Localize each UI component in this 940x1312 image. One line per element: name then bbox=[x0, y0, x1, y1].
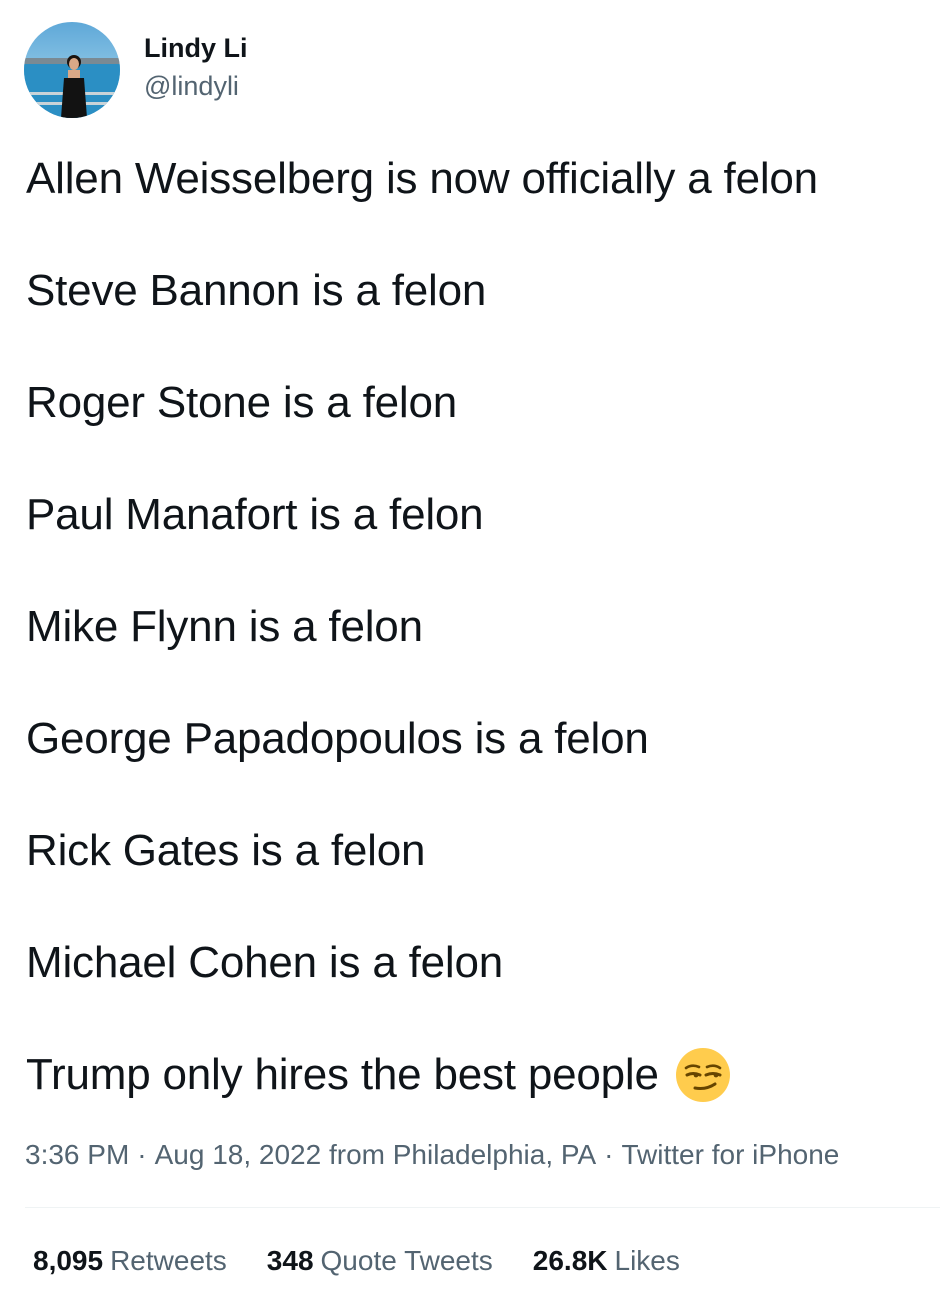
likes-stat[interactable]: 26.8K Likes bbox=[533, 1243, 680, 1279]
tweet-line: Rick Gates is a felon bbox=[26, 826, 426, 875]
meta-separator: · bbox=[604, 1139, 614, 1170]
tweet-line: Roger Stone is a felon bbox=[26, 378, 457, 427]
quote-tweets-label: Quote Tweets bbox=[320, 1245, 493, 1276]
divider bbox=[25, 1207, 940, 1208]
likes-label: Likes bbox=[614, 1245, 680, 1276]
smirking-face-icon bbox=[675, 1047, 731, 1103]
author-handle[interactable]: @lindyli bbox=[144, 69, 248, 103]
author-display-name[interactable]: Lindy Li bbox=[144, 31, 248, 65]
tweet-date-location[interactable]: Aug 18, 2022 from Philadelphia, PA bbox=[155, 1139, 597, 1170]
retweets-label: Retweets bbox=[110, 1245, 227, 1276]
avatar[interactable] bbox=[24, 22, 120, 118]
quote-tweets-count: 348 bbox=[266, 1245, 314, 1276]
tweet-line: George Papadopoulos is a felon bbox=[26, 714, 649, 763]
tweet-header: Lindy Li @lindyli bbox=[24, 22, 248, 118]
tweet-card: Lindy Li @lindyli Allen Weisselberg is n… bbox=[0, 0, 940, 1312]
tweet-line: Trump only hires the best people bbox=[26, 1050, 659, 1099]
likes-count: 26.8K bbox=[532, 1245, 608, 1276]
tweet-line: Mike Flynn is a felon bbox=[26, 602, 423, 651]
tweet-time[interactable]: 3:36 PM bbox=[25, 1139, 129, 1170]
retweets-stat[interactable]: 8,095 Retweets bbox=[33, 1243, 227, 1279]
tweet-source[interactable]: Twitter for iPhone bbox=[621, 1139, 839, 1170]
tweet-stats: 8,095 Retweets 348 Quote Tweets 26.8K Likes bbox=[33, 1243, 720, 1279]
tweet-text: Allen Weisselberg is now officially a fe… bbox=[26, 152, 926, 1102]
tweet-line: Allen Weisselberg is now officially a fe… bbox=[26, 154, 818, 203]
tweet-line-final: Trump only hires the best people bbox=[26, 1048, 926, 1102]
tweet-line: Paul Manafort is a felon bbox=[26, 490, 484, 539]
tweet-line: Steve Bannon is a felon bbox=[26, 266, 487, 315]
meta-separator: · bbox=[137, 1139, 147, 1170]
author-names: Lindy Li @lindyli bbox=[144, 31, 248, 103]
retweets-count: 8,095 bbox=[33, 1245, 104, 1276]
avatar-image bbox=[24, 22, 120, 118]
tweet-metadata: 3:36 PM · Aug 18, 2022 from Philadelphia, … bbox=[25, 1137, 839, 1173]
tweet-line: Michael Cohen is a felon bbox=[26, 938, 504, 987]
quote-tweets-stat[interactable]: 348 Quote Tweets bbox=[267, 1243, 493, 1279]
